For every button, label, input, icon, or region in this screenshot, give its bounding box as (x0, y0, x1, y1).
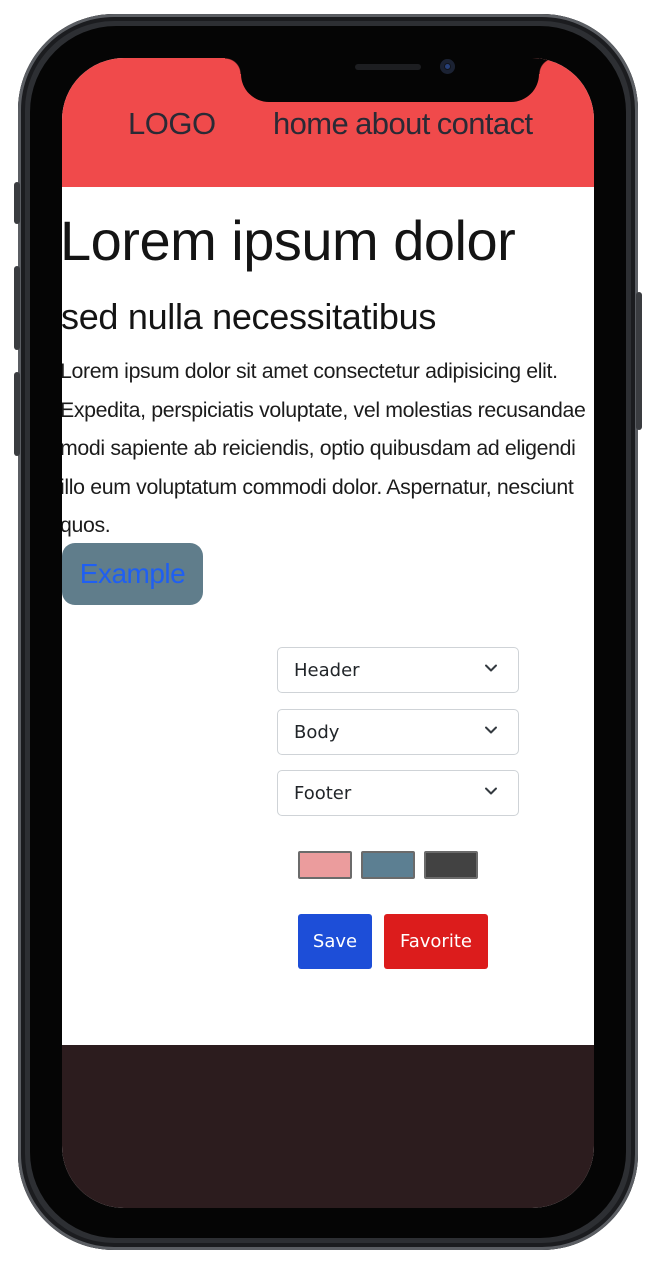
phone-volume-up-button (14, 266, 20, 350)
speaker-grille (355, 64, 421, 70)
chevron-down-icon (485, 787, 497, 795)
phone-notch (225, 58, 539, 102)
nav-link-contact[interactable]: contact (437, 106, 533, 141)
hero-title: Lorem ipsum dolor (62, 209, 516, 272)
body-select[interactable]: Body (277, 709, 519, 755)
front-camera-icon (440, 59, 455, 74)
nav-link-about[interactable]: about (355, 106, 430, 141)
site-footer (62, 1045, 594, 1208)
chevron-down-icon (485, 664, 497, 672)
hero-subtitle: sed nulla necessitatibus (62, 296, 437, 337)
color-swatch-slate[interactable] (361, 851, 415, 879)
logo[interactable]: LOGO (128, 106, 216, 142)
footer-select[interactable]: Footer (277, 770, 519, 816)
phone-power-button (636, 292, 642, 430)
header-select[interactable]: Header (277, 647, 519, 693)
nav-link-home[interactable]: home (273, 106, 349, 141)
color-swatch-charcoal[interactable] (424, 851, 478, 879)
phone-volume-down-button (14, 372, 20, 456)
phone-mute-switch (14, 182, 20, 224)
example-button[interactable]: Example (62, 543, 203, 605)
phone-screen: LOGO home about contact Lorem ipsum dolor … (62, 58, 594, 1208)
save-button[interactable]: Save (298, 914, 372, 969)
body-select-value: Body (294, 722, 340, 743)
footer-select-value: Footer (294, 783, 352, 804)
favorite-button[interactable]: Favorite (384, 914, 488, 969)
main-nav: home about contact (273, 106, 533, 142)
hero-paragraph: Lorem ipsum dolor sit amet consectetur a… (62, 359, 586, 537)
header-select-value: Header (294, 660, 360, 681)
chevron-down-icon (485, 726, 497, 734)
color-swatch-pink[interactable] (298, 851, 352, 879)
